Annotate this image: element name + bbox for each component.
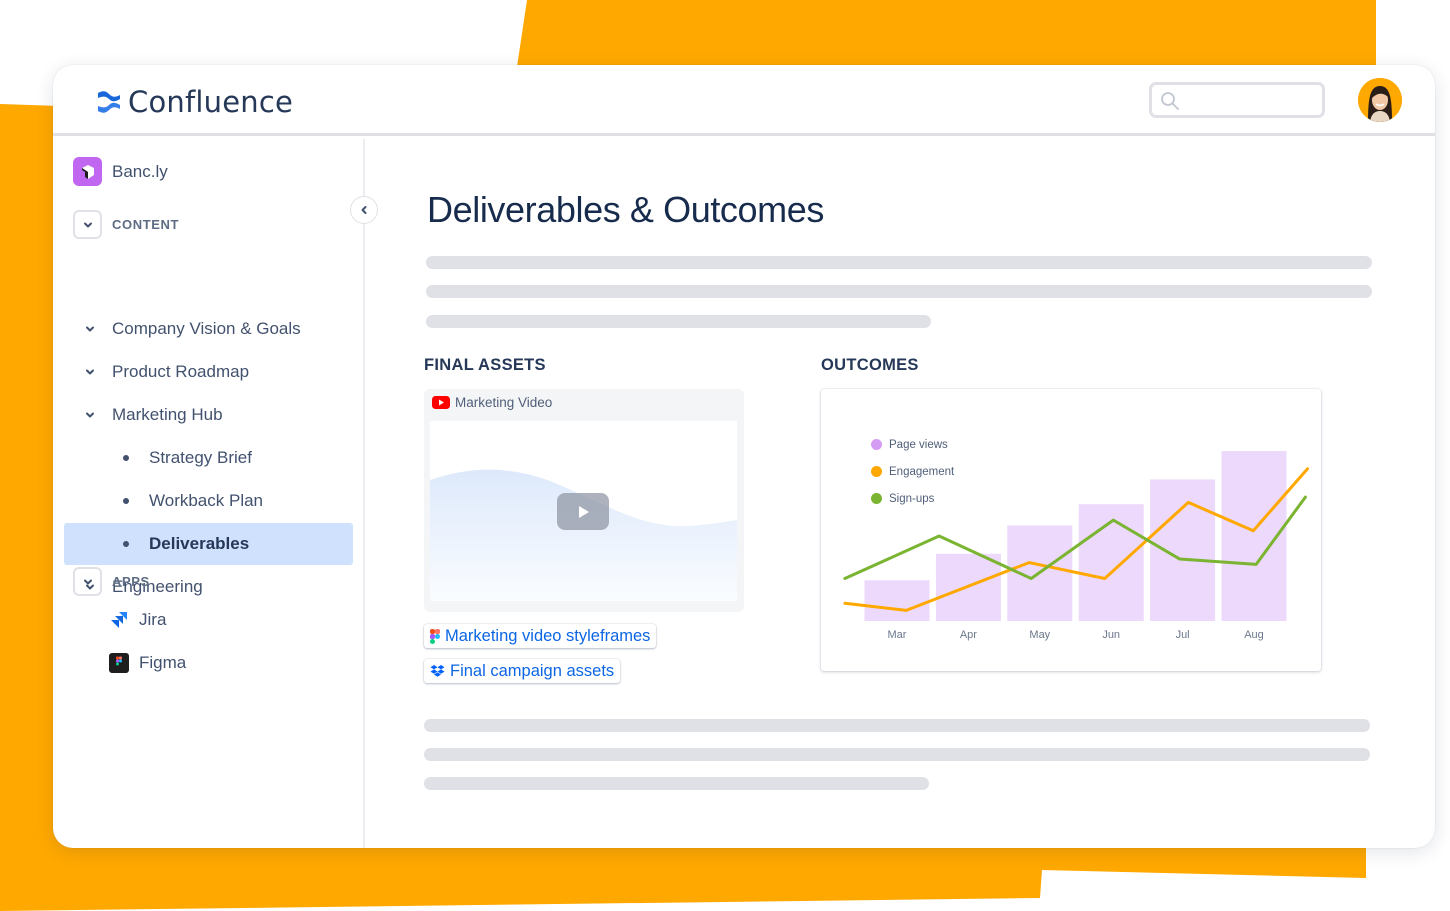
chevron-down-icon[interactable]	[84, 366, 96, 378]
app-name: Confluence	[128, 85, 294, 119]
x-tick-label: Jun	[1102, 629, 1120, 641]
legend-label: Page views	[889, 438, 948, 451]
legend-swatch	[871, 466, 882, 477]
sidebar-item-label: Deliverables	[149, 534, 250, 553]
apps-section-toggle[interactable]	[73, 567, 102, 596]
sidebar-item-label: Company Vision & Goals	[112, 319, 301, 338]
space-header[interactable]: Banc.ly	[73, 157, 168, 186]
youtube-icon	[432, 396, 450, 409]
play-button[interactable]	[557, 493, 609, 530]
sidebar-item-label: Product Roadmap	[112, 362, 250, 381]
sidebar: Banc.ly CONTENT Company Vision & Goals P…	[53, 139, 365, 848]
video-title-text: Marketing Video	[455, 395, 553, 410]
placeholder-text-line	[424, 748, 1370, 761]
apps-section-header: APPS	[73, 567, 150, 596]
content-section-label: CONTENT	[112, 217, 180, 232]
x-tick-label: May	[1029, 629, 1050, 641]
x-tick-label: Apr	[960, 629, 977, 641]
legend-swatch	[871, 493, 882, 504]
sidebar-item-label: Strategy Brief	[149, 448, 252, 467]
placeholder-text-line	[426, 315, 931, 328]
smart-link-campaign-assets[interactable]: Final campaign assets	[424, 659, 621, 683]
x-tick-label: Aug	[1244, 629, 1264, 641]
video-title: Marketing Video	[432, 395, 552, 410]
video-embed-card[interactable]: Marketing Video	[424, 389, 744, 612]
user-avatar[interactable]	[1358, 78, 1402, 122]
sidebar-app-jira[interactable]: Jira	[109, 610, 166, 630]
smart-link-label: Marketing video styleframes	[445, 626, 651, 645]
final-assets-heading: FINAL ASSETS	[424, 356, 546, 374]
video-player[interactable]	[430, 421, 737, 601]
smart-link-label: Final campaign assets	[450, 661, 615, 680]
placeholder-text-line	[426, 285, 1372, 298]
chevron-down-icon[interactable]	[84, 409, 96, 421]
content-section-toggle[interactable]	[73, 210, 102, 239]
jira-icon	[111, 612, 127, 628]
sidebar-item-company-vision[interactable]: Company Vision & Goals	[64, 308, 353, 350]
bullet-icon	[123, 541, 129, 547]
search-input[interactable]	[1149, 82, 1325, 118]
chevron-down-icon	[83, 579, 92, 584]
content-section-header: CONTENT	[73, 210, 179, 239]
x-tick-label: Jul	[1176, 629, 1190, 641]
sidebar-item-strategy-brief[interactable]: Strategy Brief	[64, 437, 353, 479]
confluence-logo[interactable]: Confluence	[96, 85, 293, 119]
page-title: Deliverables & Outcomes	[427, 189, 824, 230]
dropbox-icon	[430, 664, 445, 677]
collapse-sidebar-button[interactable]	[350, 196, 378, 224]
bullet-icon	[123, 498, 129, 504]
bullet-icon	[123, 455, 129, 461]
space-logo-icon	[73, 157, 102, 186]
chevron-down-icon[interactable]	[84, 323, 96, 335]
sidebar-app-figma[interactable]: Figma	[109, 653, 186, 673]
sidebar-item-workback-plan[interactable]: Workback Plan	[64, 480, 353, 522]
legend-swatch	[871, 439, 882, 450]
sidebar-app-label: Jira	[139, 610, 167, 629]
bar-mar	[864, 580, 930, 621]
chart-legend: Page views Engagement Sign-ups	[871, 431, 954, 512]
placeholder-text-line	[426, 256, 1372, 269]
sidebar-item-label: Workback Plan	[149, 491, 264, 510]
confluence-logo-icon	[98, 91, 120, 113]
x-tick-label: Mar	[888, 629, 907, 641]
app-window: Confluence Banc.ly CONTENT Company Visio…	[53, 65, 1435, 848]
smart-link-styleframes[interactable]: Marketing video styleframes	[424, 624, 657, 648]
avatar-portrait-icon	[1358, 78, 1402, 122]
placeholder-text-line	[424, 777, 929, 790]
outcomes-heading: OUTCOMES	[821, 356, 919, 374]
sidebar-item-product-roadmap[interactable]: Product Roadmap	[64, 351, 353, 393]
sidebar-item-marketing-hub[interactable]: Marketing Hub	[64, 394, 353, 436]
sidebar-item-label: Marketing Hub	[112, 405, 223, 424]
apps-section-label: APPS	[112, 574, 150, 589]
legend-item-sign-ups: Sign-ups	[871, 485, 954, 512]
bar-jul	[1150, 479, 1216, 621]
outcomes-chart-card: Mar Apr May Jun Jul Aug Page views Engagement…	[821, 389, 1321, 671]
figma-icon	[430, 628, 440, 644]
placeholder-text-line	[424, 719, 1370, 732]
chevron-down-icon	[83, 222, 92, 227]
legend-item-engagement: Engagement	[871, 458, 954, 485]
legend-label: Sign-ups	[889, 492, 935, 505]
figma-icon	[109, 653, 129, 673]
sidebar-app-label: Figma	[139, 653, 187, 672]
sidebar-item-deliverables[interactable]: Deliverables	[64, 523, 353, 565]
chevron-left-icon	[361, 206, 367, 214]
main-content: Deliverables & Outcomes FINAL ASSETS OUT…	[366, 139, 1435, 848]
top-nav-bar: Confluence	[53, 65, 1435, 136]
search-icon	[1161, 92, 1179, 110]
legend-label: Engagement	[889, 465, 955, 478]
play-icon	[579, 505, 589, 518]
space-name: Banc.ly	[112, 161, 168, 181]
legend-item-page-views: Page views	[871, 431, 954, 458]
